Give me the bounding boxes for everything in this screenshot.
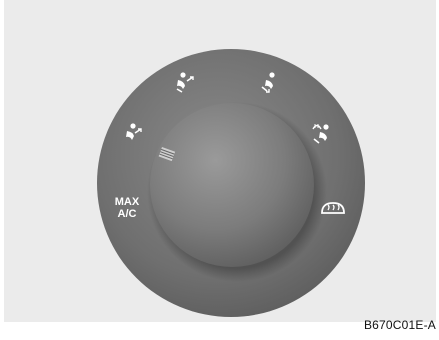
mode-selector-dial: MAX A/C xyxy=(97,49,365,317)
dial-knob[interactable] xyxy=(150,103,314,267)
figure-code-label: B670C01E-A xyxy=(363,318,436,332)
max-ac-label-line2: A/C xyxy=(118,208,137,220)
max-ac-label-line1: MAX xyxy=(115,196,140,208)
